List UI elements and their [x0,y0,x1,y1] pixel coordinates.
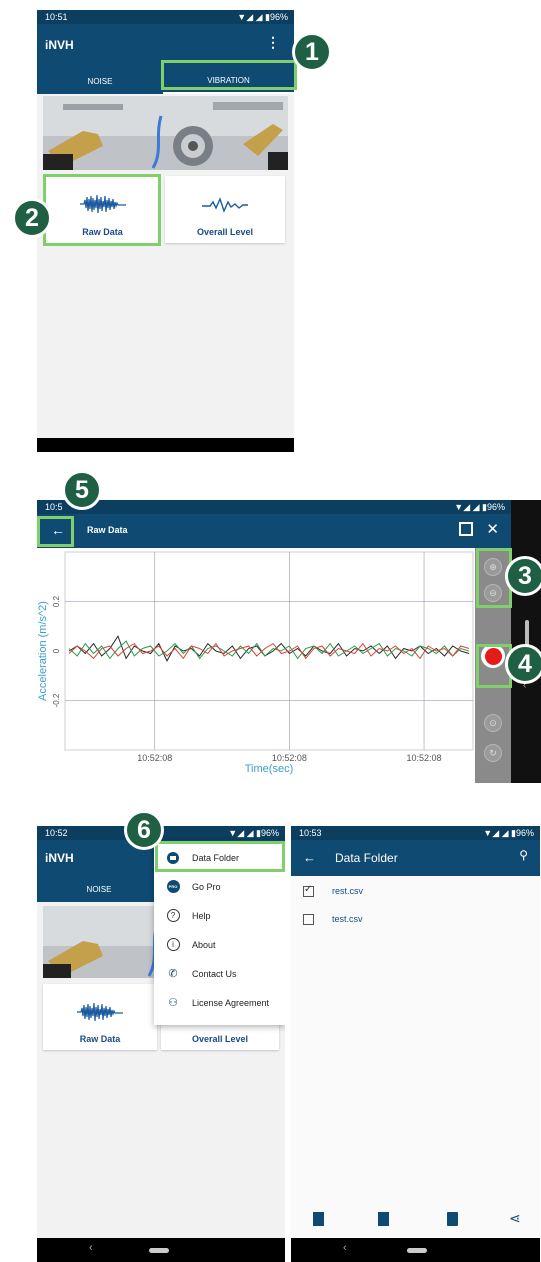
raw-data-card[interactable]: Raw Data [43,984,157,1050]
overall-level-label: Overall Level [191,1034,249,1044]
zoom-search-icon: ⊙ [489,717,497,728]
refresh-icon: ↻ [489,747,497,758]
highlight-data-folder [155,841,285,872]
status-icons: ▼◢ ◢ ▮96% [454,502,505,512]
tab-noise[interactable]: NOISE [37,68,163,94]
y-tick-label: 0 [52,648,61,653]
app-title: iNVH [45,38,74,52]
raw-data-chart: 10:52:08 10:52:08 10:52:08 0.2 0 -0.2 Time(sec… [37,551,474,775]
x-tick-label: 10:52:08 [137,753,172,763]
status-bar: 10:53 ▼◢ ◢ ▮96% [291,826,540,840]
screen-menu-open: 10:52 ▼◢ ◢ ▮96% iNVH NOISE Raw Data Over… [37,826,285,1262]
menu-label-go-pro: Go Pro [192,881,221,892]
x-axis-label: Time(sec) [245,763,293,775]
x-tick-label: 10:52:08 [407,753,442,763]
back-arrow-icon[interactable]: ← [303,850,316,865]
settings-tools-icon[interactable]: ✕ [486,520,499,538]
menu-item-go-pro[interactable]: PRO Go Pro [154,872,285,901]
menu-label-help: Help [192,910,211,921]
callout-2: 2 [12,198,52,238]
system-nav-bar [37,438,294,452]
raw-data-label: Raw Data [79,1034,121,1044]
screen-raw-data-chart: 10:5 ▼◢ ◢ ▮96% ← Raw Data ✕ 10:52:08 10:5… [37,500,511,783]
status-icons: ▼◢ ◢ ▮96% [483,828,534,838]
nav-back-icon[interactable]: ‹ [89,1242,93,1254]
y-axis-label: Acceleration (m/s^2) [37,601,49,701]
file-row-test[interactable]: test.csv [291,905,540,933]
nav-home-pill[interactable] [407,1248,427,1253]
fullscreen-icon[interactable] [459,522,473,536]
y-tick-label: -0.2 [52,693,61,707]
waveform-icon [77,1002,123,1022]
highlight-raw-data [43,174,161,246]
status-time: 10:51 [45,12,68,22]
menu-item-license-agreement[interactable]: ⚇ License Agreement [154,988,285,1017]
highlight-back-button [37,516,74,547]
callout-6: 6 [124,810,164,850]
nav-home-pill[interactable] [149,1248,169,1253]
menu-label-contact-us: Contact Us [192,968,237,979]
file-name: test.csv [332,914,363,924]
status-time: 10:5 [45,502,63,512]
hero-image [43,96,288,170]
file-checkbox[interactable] [303,913,314,925]
file-name: rest.csv [332,886,364,896]
menu-item-about[interactable]: i About [154,930,285,959]
status-bar: 10:51 ▼◢ ◢ ▮96% [37,10,294,24]
callout-4: 4 [505,644,541,684]
side-dark-strip: ‹ [511,500,541,783]
zoom-reset-button[interactable]: ⊙ [484,714,502,732]
system-nav-bar: ‹ [37,1238,285,1262]
file-row-rest[interactable]: ✓ rest.csv [291,877,540,905]
bottom-toolbar: ⋖ [291,1206,540,1238]
callout-3: 3 [505,556,541,596]
callout-5: 5 [62,470,102,510]
x-tick-label: 10:52:08 [272,753,307,763]
status-icons: ▼◢ ◢ ▮96% [228,828,279,838]
tab-noise-label: NOISE [86,884,112,894]
app-bar: ← Data Folder ⚲ [291,840,540,876]
menu-label-about: About [192,939,216,950]
app-title: iNVH [45,851,74,865]
menu-item-help[interactable]: ? Help [154,901,285,930]
menu-label-license-agreement: License Agreement [192,997,270,1008]
highlight-vibration-tab [161,60,297,90]
phone-icon: ✆ [168,968,178,980]
overall-level-card[interactable]: Overall Level [165,176,285,243]
app-bar: ← Raw Data ✕ [37,514,511,548]
tab-noise[interactable]: NOISE [37,876,161,902]
file-checkbox-checked[interactable]: ✓ [303,883,314,897]
overflow-menu-icon[interactable]: ⋮ [266,34,280,51]
chart-title: Raw Data [87,525,128,535]
refresh-button[interactable]: ↻ [484,744,502,762]
overall-level-label: Overall Level [196,227,254,237]
checkmark-icon: ✓ [304,883,313,895]
nav-back-icon[interactable]: ‹ [343,1242,347,1254]
data-folder-title: Data Folder [335,851,398,865]
share-icon[interactable]: ⋖ [509,1210,521,1227]
help-icon: ? [166,909,180,923]
status-time: 10:53 [299,828,322,838]
tab-noise-label: NOISE [87,76,113,86]
license-icon: ⚇ [168,997,178,1009]
status-time: 10:52 [45,828,68,838]
edit-file-icon[interactable] [313,1212,324,1226]
info-icon: i [166,938,180,952]
delete-file-icon[interactable] [378,1212,389,1226]
system-nav-bar: ‹ [291,1238,540,1262]
screen-data-folder: 10:53 ▼◢ ◢ ▮96% ← Data Folder ⚲ ✓ rest.c… [291,826,540,1262]
status-icons: ▼◢ ◢ ▮96% [237,12,288,22]
pulse-line-icon [202,197,248,213]
pro-badge-icon: PRO [166,880,180,894]
engine-test-image [43,96,288,170]
status-bar: 10:5 ▼◢ ◢ ▮96% [37,500,511,514]
menu-item-contact-us[interactable]: ✆ Contact Us [154,959,285,988]
y-tick-label: 0.2 [52,595,61,607]
search-icon[interactable]: ⚲ [519,848,528,862]
callout-1: 1 [292,32,332,72]
clipboard-icon[interactable] [447,1212,458,1226]
